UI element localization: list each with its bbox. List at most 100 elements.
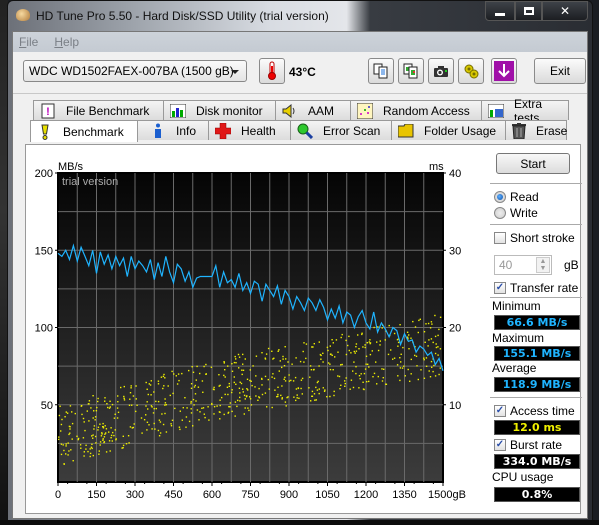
access-time-point [354,352,356,354]
access-time-point [145,381,147,384]
access-time-point [322,361,324,363]
access-time-point [190,387,193,389]
exit-button[interactable]: Exit [534,58,586,84]
access-time-point [179,410,181,412]
access-time-point [381,380,384,382]
menu-help[interactable]: Help [54,35,79,49]
access-time-point [340,336,342,339]
tab-label: Random Access [383,103,470,118]
radio-read[interactable]: Read [494,190,539,204]
tab-file-benchmark[interactable]: ! File Benchmark [33,100,164,120]
access-time-point [358,375,361,377]
access-time-checkbox[interactable]: ✓ Access time [494,404,575,418]
access-time-point [322,387,324,389]
access-time-point [99,444,101,446]
copy-text-button[interactable] [368,58,394,84]
title-bar[interactable]: HD Tune Pro 5.50 - Hard Disk/SSD Utility… [8,1,592,31]
access-time-point [224,393,226,396]
spinner-arrows[interactable]: ▲ ▼ [536,257,550,273]
access-time-point [429,376,432,378]
access-time-point [423,331,426,333]
burst-rate-checkbox[interactable]: ✓ Burst rate [494,438,562,452]
access-time-point [317,380,319,383]
tab-health[interactable]: Health [208,120,291,140]
access-time-point [428,370,430,372]
save-button[interactable] [491,58,517,84]
tab-extra-tests[interactable]: Extra tests [481,97,569,125]
copy-image-button[interactable] [398,58,424,84]
tab-benchmark[interactable]: Benchmark [30,120,138,142]
access-time-point [397,345,399,347]
access-time-point [400,353,402,355]
chevron-down-icon [231,70,239,74]
access-time-point [191,366,193,368]
access-time-point [201,380,204,382]
access-time-point [410,373,412,375]
transfer-rate-checkbox[interactable]: ✓ Transfer rate [494,281,578,295]
access-time-point [369,339,371,341]
access-time-point [164,404,166,406]
access-time-point [122,435,124,437]
radio-write[interactable]: Write [494,206,538,220]
access-time-point [242,363,244,365]
access-time-point [145,405,147,407]
access-time-point [277,393,279,396]
access-time-point [226,386,229,388]
tab-random-access[interactable]: Random Access [350,100,482,120]
access-time-point [65,411,67,413]
menu-help-rest: elp [63,35,80,49]
short-stroke-checkbox[interactable]: Short stroke [494,231,575,245]
access-time-point [264,375,267,378]
access-time-point [176,383,179,385]
access-time-point [250,404,253,406]
access-time-point [362,381,364,383]
access-time-point [355,346,357,348]
tab-disk-monitor[interactable]: Disk monitor [163,100,276,120]
access-time-point [255,355,258,357]
access-time-point [58,436,60,438]
tab-error-scan[interactable]: Error Scan [290,120,392,140]
tab-erase[interactable]: Erase [505,120,567,140]
screenshot-button[interactable] [428,58,454,84]
access-time-point [81,413,83,416]
access-time-point [364,344,366,346]
tab-aam[interactable]: AAM [275,100,351,120]
minimize-button[interactable] [485,1,515,21]
access-time-point [433,364,435,367]
tab-folder-usage[interactable]: Folder Usage [391,120,506,140]
access-time-point [158,435,161,437]
access-time-point [231,363,233,365]
access-time-point [66,412,69,414]
access-time-point [92,454,94,457]
menu-file[interactable]: File [19,35,38,49]
access-time-point [278,349,280,351]
access-time-point [157,429,160,432]
y-tick-label-left: 100 [35,323,53,335]
access-time-point [399,324,401,326]
close-button[interactable]: ✕ [542,1,588,21]
exit-label: Exit [549,64,570,78]
access-time-point [239,400,241,402]
access-time-point [243,394,246,397]
tab-info[interactable]: Info [137,120,209,140]
start-button[interactable]: Start [496,153,570,174]
access-time-point [432,370,434,373]
trash-icon [512,122,526,139]
access-time-point [297,387,299,389]
client-area: File Help WDC WD1502FAEX-007BA (1500 gB)… [12,31,588,519]
access-time-point [311,346,313,348]
access-time-point [274,389,276,391]
access-time-point [229,402,231,404]
access-time-point [128,404,131,406]
temperature-button[interactable] [259,58,285,84]
x-tick-label: 900 [280,489,298,501]
drive-select[interactable]: WDC WD1502FAEX-007BA (1500 gB) [23,60,247,82]
access-time-point [362,346,364,348]
short-stroke-size-input[interactable]: 40 ▲ ▼ [494,255,552,275]
trial-watermark: trial version [62,176,118,188]
access-time-point [235,362,237,364]
options-button[interactable] [458,58,484,84]
access-time-point [329,368,332,371]
access-time-point [318,365,320,367]
maximize-button[interactable] [515,1,542,21]
